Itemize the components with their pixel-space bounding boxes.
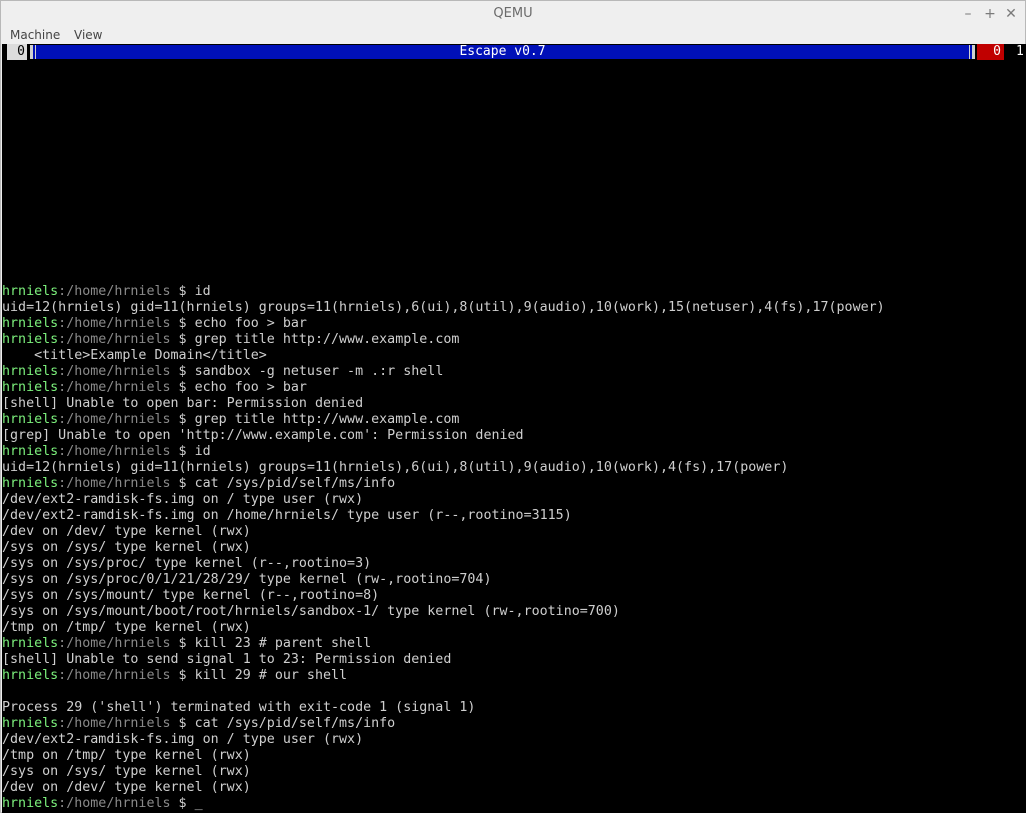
close-icon[interactable]: ✕: [1001, 4, 1021, 24]
terminal-output-line: [shell] Unable to send signal 1 to 23: P…: [2, 652, 452, 667]
terminal-output-line: [grep] Unable to open 'http://www.exampl…: [2, 428, 524, 443]
workspace-indicator-right: 1: [1016, 44, 1024, 59]
prompt-path: :/home/hrniels: [58, 412, 171, 427]
prompt-symbol: $: [170, 332, 195, 347]
prompt-symbol: $: [170, 316, 195, 331]
prompt-symbol: $: [170, 796, 195, 811]
prompt-command: kill 29 # our shell: [194, 668, 348, 683]
window-title: QEMU: [493, 6, 533, 21]
prompt-symbol: $: [170, 364, 195, 379]
prompt-command: id: [194, 284, 211, 299]
terminal-prompt-line: hrniels:/home/hrniels $ grep title http:…: [2, 332, 1026, 348]
terminal-output-line: uid=12(hrniels) gid=11(hrniels) groups=1…: [2, 300, 885, 315]
prompt-command: grep title http://www.example.com: [194, 412, 460, 427]
prompt-symbol: $: [170, 636, 195, 651]
prompt-user: hrniels: [2, 364, 59, 379]
terminal-prompt-line: hrniels:/home/hrniels $ echo foo > bar: [2, 316, 1026, 332]
terminal-prompt-line: hrniels:/home/hrniels $ id: [2, 284, 1026, 300]
prompt-path: :/home/hrniels: [58, 796, 171, 811]
menu-bar: Machine View: [1, 27, 1025, 44]
prompt-symbol: $: [170, 380, 195, 395]
prompt-user: hrniels: [2, 284, 59, 299]
prompt-path: :/home/hrniels: [58, 636, 171, 651]
prompt-user: hrniels: [2, 476, 59, 491]
prompt-user: hrniels: [2, 444, 59, 459]
prompt-path: :/home/hrniels: [58, 668, 171, 683]
terminal-cursor[interactable]: _: [195, 796, 203, 811]
prompt-user: hrniels: [2, 380, 59, 395]
escape-status-bar: 0 Escape v0.7 0 1: [2, 44, 1026, 60]
terminal-prompt-line: hrniels:/home/hrniels $ kill 23 # parent…: [2, 636, 1026, 652]
prompt-path: :/home/hrniels: [58, 316, 171, 331]
minimize-icon[interactable]: –: [958, 4, 978, 24]
prompt-symbol: $: [170, 444, 195, 459]
prompt-command: echo foo > bar: [194, 380, 307, 395]
workspace-indicator-left: 0: [7, 44, 27, 60]
terminal-prompt-line: hrniels:/home/hrniels $ grep title http:…: [2, 412, 1026, 428]
terminal-output-line: [shell] Unable to open bar: Permission d…: [2, 396, 364, 411]
terminal-output-line: /dev on /dev/ type kernel (rwx): [2, 780, 251, 795]
menu-view[interactable]: View: [74, 28, 102, 42]
maximize-icon[interactable]: +: [980, 4, 1000, 24]
terminal-prompt-line: hrniels:/home/hrniels $ cat /sys/pid/sel…: [2, 716, 1026, 732]
workspace-indicator-active: 0: [977, 44, 1004, 60]
terminal-prompt-line: hrniels:/home/hrniels $ kill 29 # our sh…: [2, 668, 1026, 684]
prompt-user: hrniels: [2, 796, 59, 811]
terminal-output-line: /sys on /sys/proc/ type kernel (r--,root…: [2, 556, 372, 571]
terminal-output-line: /sys on /sys/mount/boot/root/hrniels/san…: [2, 604, 620, 619]
terminal-output-line: /dev/ext2-ramdisk-fs.img on / type user …: [2, 492, 364, 507]
vm-screen[interactable]: 0 Escape v0.7 0 1 hrniels:/home/hrniels …: [2, 44, 1026, 813]
qemu-window: QEMU – + ✕ Machine View 0 Escape v0.7 0 …: [0, 0, 1026, 813]
terminal-output-line: /tmp on /tmp/ type kernel (rwx): [2, 748, 251, 763]
terminal-prompt-line: hrniels:/home/hrniels $ echo foo > bar: [2, 380, 1026, 396]
terminal-output-line: Process 29 ('shell') terminated with exi…: [2, 700, 476, 715]
prompt-symbol: $: [170, 284, 195, 299]
prompt-user: hrniels: [2, 316, 59, 331]
prompt-path: :/home/hrniels: [58, 444, 171, 459]
terminal-output-line: /sys on /sys/mount/ type kernel (r--,roo…: [2, 588, 380, 603]
prompt-symbol: $: [170, 412, 195, 427]
terminal-output-line: /tmp on /tmp/ type kernel (rwx): [2, 620, 251, 635]
prompt-path: :/home/hrniels: [58, 380, 171, 395]
prompt-command: kill 23 # parent shell: [194, 636, 372, 651]
prompt-user: hrniels: [2, 412, 59, 427]
terminal-output-line: uid=12(hrniels) gid=11(hrniels) groups=1…: [2, 460, 789, 475]
prompt-path: :/home/hrniels: [58, 476, 171, 491]
terminal-prompt-line: hrniels:/home/hrniels $ sandbox -g netus…: [2, 364, 1026, 380]
terminal-output-line: /dev/ext2-ramdisk-fs.img on /home/hrniel…: [2, 508, 572, 523]
prompt-user: hrniels: [2, 636, 59, 651]
terminal-output-line: /sys on /sys/ type kernel (rwx): [2, 540, 251, 555]
title-bar[interactable]: QEMU – + ✕: [1, 1, 1025, 27]
prompt-user: hrniels: [2, 332, 59, 347]
prompt-symbol: $: [170, 476, 195, 491]
terminal-output-line: /sys on /sys/proc/0/1/21/28/29/ type ker…: [2, 572, 492, 587]
terminal-output-line: <title>Example Domain</title>: [2, 348, 267, 363]
prompt-command: cat /sys/pid/self/ms/info: [194, 716, 396, 731]
prompt-path: :/home/hrniels: [58, 284, 171, 299]
terminal-prompt-line: hrniels:/home/hrniels $ id: [2, 444, 1026, 460]
prompt-command: grep title http://www.example.com: [194, 332, 460, 347]
prompt-command: id: [194, 444, 211, 459]
terminal-output-line: /dev on /dev/ type kernel (rwx): [2, 524, 251, 539]
prompt-symbol: $: [170, 668, 195, 683]
prompt-command: echo foo > bar: [194, 316, 307, 331]
prompt-command: sandbox -g netuser -m .:r shell: [194, 364, 444, 379]
prompt-user: hrniels: [2, 668, 59, 683]
terminal-active-prompt: hrniels:/home/hrniels $ _: [2, 796, 1026, 812]
prompt-path: :/home/hrniels: [58, 364, 171, 379]
prompt-user: hrniels: [2, 716, 59, 731]
terminal-output[interactable]: hrniels:/home/hrniels $ id uid=12(hrniels…: [2, 268, 1026, 812]
terminal-output-line: /sys on /sys/ type kernel (rwx): [2, 764, 251, 779]
prompt-symbol: $: [170, 716, 195, 731]
terminal-prompt-line: hrniels:/home/hrniels $ cat /sys/pid/sel…: [2, 476, 1026, 492]
prompt-path: :/home/hrniels: [58, 332, 171, 347]
terminal-output-line: /dev/ext2-ramdisk-fs.img on / type user …: [2, 732, 364, 747]
prompt-command: cat /sys/pid/self/ms/info: [194, 476, 396, 491]
os-title-bar: Escape v0.7: [30, 45, 975, 59]
prompt-path: :/home/hrniels: [58, 716, 171, 731]
menu-machine[interactable]: Machine: [10, 28, 60, 42]
